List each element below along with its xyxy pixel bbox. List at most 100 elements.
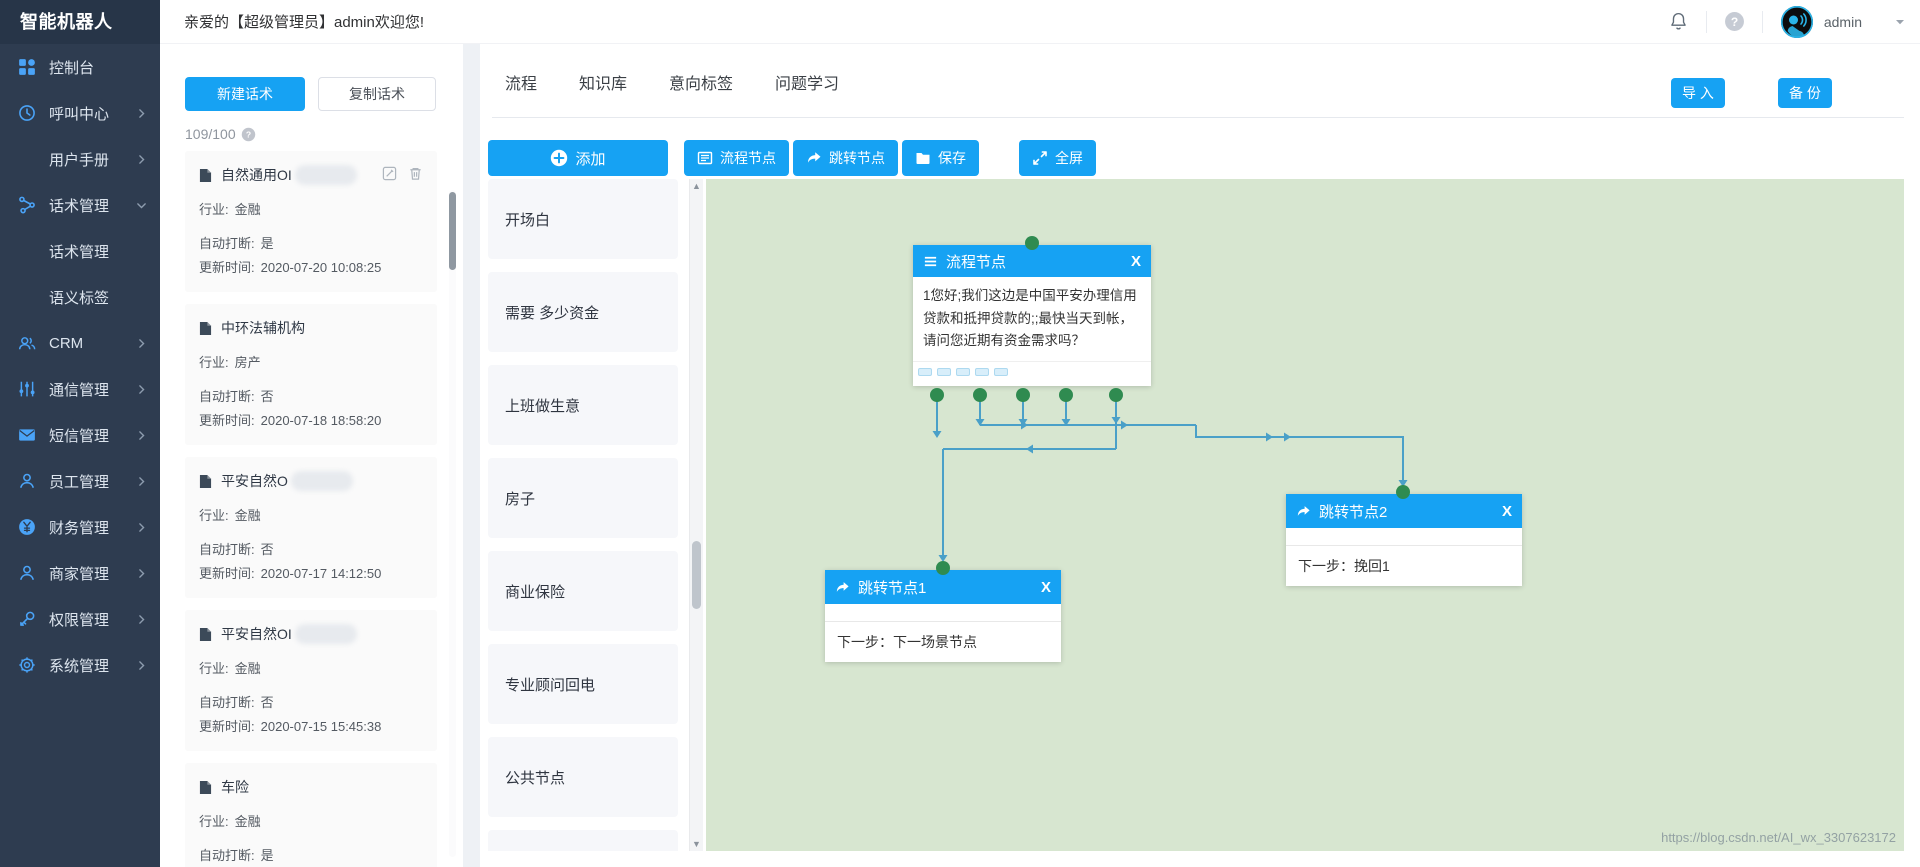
chevron-icon	[135, 613, 148, 626]
document-icon	[199, 168, 212, 183]
close-icon[interactable]: X	[1494, 503, 1512, 520]
intent-tag[interactable]	[918, 368, 932, 376]
flow-node-title: 流程节点	[946, 251, 1006, 272]
flow-node-card[interactable]: 流程节点 X 1您好;我们这边是中国平安办理信用贷款和抵押贷款的;;最快当天到帐…	[913, 245, 1151, 386]
sidebar-item-icon	[18, 196, 36, 214]
jump-node-spacer	[1286, 528, 1522, 546]
scrollbar-thumb[interactable]	[449, 192, 456, 270]
question-icon[interactable]: ?	[241, 127, 256, 142]
scene-node-item[interactable]: 公共节点	[488, 737, 678, 817]
censored-patch	[291, 471, 353, 491]
scene-node-item[interactable]: 专业顾问回电	[488, 644, 678, 724]
sidebar-item[interactable]: 财务管理	[0, 504, 160, 550]
sidebar-item-label: 员工管理	[49, 471, 135, 492]
sidebar-item[interactable]: 系统管理	[0, 642, 160, 688]
copy-script-button[interactable]: 复制话术	[318, 77, 436, 111]
tab[interactable]: 问题学习	[775, 70, 839, 111]
jump-node-header[interactable]: 跳转节点2 X	[1286, 494, 1522, 528]
industry-line: 行业:金融	[199, 505, 423, 524]
script-card[interactable]: 平安自然OI 行业:金融 自动打断:否 更新时间:2020-07-15 15:4…	[185, 610, 437, 751]
tab[interactable]: 意向标签	[669, 70, 733, 111]
chevron-icon	[135, 199, 148, 212]
scene-node-item[interactable]: 需要 多少资金	[488, 272, 678, 352]
sidebar-item[interactable]: 通信管理	[0, 366, 160, 412]
scene-node-item[interactable]: 上班做生意	[488, 365, 678, 445]
script-card[interactable]: 平安自然O 行业:金融 自动打断:否 更新时间:2020-07-17 14:12…	[185, 457, 437, 598]
intent-tag[interactable]	[956, 368, 970, 376]
scrollbar-thumb[interactable]	[692, 541, 701, 609]
sidebar-item[interactable]: 短信管理	[0, 412, 160, 458]
industry-line: 行业:金融	[199, 658, 423, 677]
flow-node-button[interactable]: 流程节点	[684, 140, 789, 176]
help-icon[interactable]: ?	[1724, 11, 1745, 32]
sidebar-item-label: 财务管理	[49, 517, 135, 538]
scene-node-item[interactable]: 开场白	[488, 179, 678, 259]
fullscreen-button[interactable]: 全屏	[1019, 140, 1096, 176]
sidebar-item[interactable]: 话术管理	[0, 182, 160, 228]
script-card[interactable]: 自然通用OI 行业:金融 自动打断:是 更新时间:2020-07-20 10:0…	[185, 151, 437, 292]
script-card[interactable]: 车险 行业:金融 自动打断:是 更新时间:2019-07-01 10:40:34	[185, 763, 437, 867]
sidebar-item-label: 呼叫中心	[49, 103, 135, 124]
close-icon[interactable]: X	[1123, 253, 1141, 270]
avatar[interactable]	[1780, 5, 1814, 39]
sidebar-item[interactable]: 呼叫中心	[0, 90, 160, 136]
scroll-up-icon[interactable]: ▲	[690, 179, 703, 193]
scene-node-label: 需要 多少资金	[505, 302, 599, 323]
sidebar-item[interactable]: 语义标签	[0, 274, 160, 320]
scrollbar[interactable]: ▲ ▼	[689, 179, 703, 851]
scrollbar[interactable]	[449, 190, 456, 857]
updated-line: 更新时间:2020-07-20 10:08:25	[199, 257, 423, 276]
welcome-text: 亲爱的【超级管理员】admin欢迎您!	[184, 11, 424, 32]
jump-node-card-1[interactable]: 跳转节点1 X 下一步：下一场景节点	[825, 570, 1061, 662]
new-script-button[interactable]: 新建话术	[185, 77, 305, 111]
jump-node-spacer	[825, 604, 1061, 622]
caret-down-icon[interactable]	[1894, 16, 1906, 28]
sidebar-item[interactable]: 商家管理	[0, 550, 160, 596]
divider	[1706, 11, 1707, 33]
sidebar-item[interactable]: 员工管理	[0, 458, 160, 504]
scroll-down-icon[interactable]: ▼	[690, 837, 703, 851]
username[interactable]: admin	[1824, 14, 1862, 30]
flow-node-header[interactable]: 流程节点 X	[913, 245, 1151, 277]
jump-arrow-icon	[835, 580, 850, 595]
sidebar-item-icon	[18, 380, 36, 398]
scene-node-item[interactable]: 商业保险	[488, 551, 678, 631]
intent-tag[interactable]	[937, 368, 951, 376]
script-card[interactable]: 中环法辅机构 行业:房产 自动打断:否 更新时间:2020-07-18 18:5…	[185, 304, 437, 445]
intent-tag[interactable]	[975, 368, 989, 376]
flow-canvas[interactable]: 流程节点 X 1您好;我们这边是中国平安办理信用贷款和抵押贷款的;;最快当天到帐…	[706, 179, 1904, 851]
sidebar-item-icon	[18, 610, 36, 628]
save-button[interactable]: 保存	[902, 140, 979, 176]
add-node-button[interactable]: 添加	[488, 140, 668, 176]
interrupt-line: 自动打断:是	[199, 233, 423, 252]
sidebar-item[interactable]: CRM	[0, 320, 160, 366]
intent-tag[interactable]	[994, 368, 1008, 376]
jump-node-button[interactable]: 跳转节点	[793, 140, 898, 176]
updated-line: 更新时间:2020-07-15 15:45:38	[199, 716, 423, 735]
jump-node-card-2[interactable]: 跳转节点2 X 下一步：挽回1	[1286, 494, 1522, 586]
sidebar-item-icon	[18, 564, 36, 582]
next-step-text: 下一步：下一场景节点	[825, 622, 1061, 662]
tab[interactable]: 知识库	[579, 70, 627, 111]
import-button[interactable]: 导 入	[1671, 78, 1725, 108]
scene-node-item[interactable]: 房子	[488, 458, 678, 538]
jump-node-header[interactable]: 跳转节点1 X	[825, 570, 1061, 604]
bell-icon[interactable]	[1668, 11, 1689, 32]
delete-icon[interactable]	[408, 166, 423, 181]
sidebar: 智能机器人 控制台 呼叫中心 用户手册 话术管理 话术管理 语义标签 CRM	[0, 0, 160, 867]
scene-node-item[interactable]: 挽回1	[488, 830, 678, 851]
sidebar-item-icon	[18, 104, 36, 122]
tab[interactable]: 流程	[505, 70, 537, 111]
script-title: 平安自然OI	[221, 624, 292, 644]
sidebar-item[interactable]: 用户手册	[0, 136, 160, 182]
sidebar-item[interactable]: 控制台	[0, 44, 160, 90]
edit-icon[interactable]	[382, 166, 397, 181]
close-icon[interactable]: X	[1033, 579, 1051, 596]
card-tools	[382, 166, 423, 181]
sidebar-item[interactable]: 话术管理	[0, 228, 160, 274]
sidebar-item[interactable]: 权限管理	[0, 596, 160, 642]
tab-label: 流程	[505, 76, 537, 93]
backup-button[interactable]: 备 份	[1778, 78, 1832, 108]
sidebar-item-label: 系统管理	[49, 655, 135, 676]
sidebar-menu: 控制台 呼叫中心 用户手册 话术管理 话术管理 语义标签 CRM 通信管理	[0, 44, 160, 867]
